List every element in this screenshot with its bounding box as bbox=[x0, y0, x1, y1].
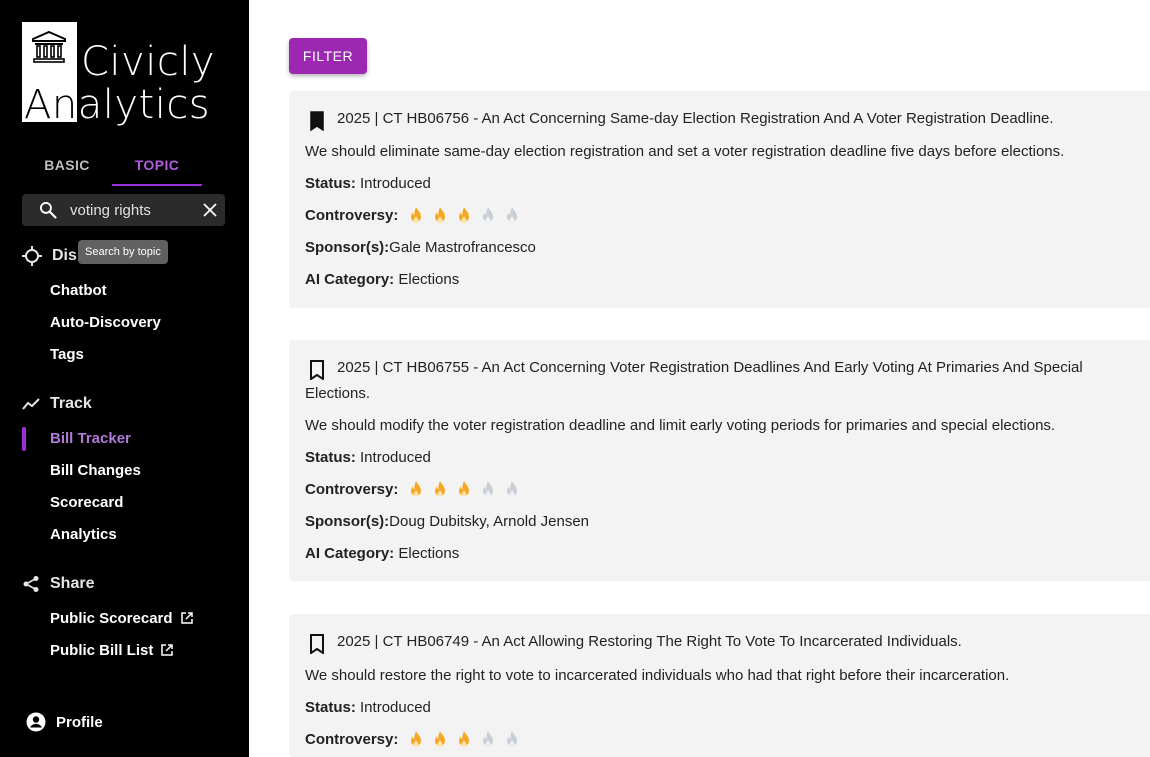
bill-controversy: Controversy: bbox=[305, 729, 526, 751]
close-icon[interactable] bbox=[202, 202, 218, 218]
section-share-label: Share bbox=[50, 575, 95, 592]
sidebar-item-label: Public Scorecard bbox=[50, 609, 173, 627]
sponsors-value: Doug Dubitsky, Arnold Jensen bbox=[389, 513, 590, 530]
bill-title-text: 2025 | CT HB06749 - An Act Allowing Rest… bbox=[337, 633, 962, 650]
bill-card[interactable]: 2025 | CT HB06749 - An Act Allowing Rest… bbox=[289, 614, 1150, 757]
tab-basic[interactable]: BASIC bbox=[22, 146, 112, 186]
logo-text-line2: Analytics bbox=[24, 83, 210, 128]
section-share[interactable]: Share bbox=[22, 572, 94, 596]
sponsors-label: Sponsor(s): bbox=[305, 513, 390, 530]
search-mode-tabs: BASIC TOPIC bbox=[22, 146, 225, 186]
ai-category-value: Elections bbox=[398, 545, 460, 562]
ai-category-value: Elections bbox=[398, 271, 460, 288]
flame-icon-inactive bbox=[507, 731, 518, 748]
status-value: Introduced bbox=[360, 449, 431, 466]
search-icon[interactable] bbox=[38, 200, 58, 220]
bill-summary: We should eliminate same-day election re… bbox=[305, 143, 1065, 160]
sidebar-item-bill-tracker[interactable]: Bill Tracker bbox=[50, 427, 131, 449]
bill-sponsors: Sponsor(s):Doug Dubitsky, Arnold Jensen bbox=[305, 511, 589, 533]
logo-text-line1: Civicly bbox=[81, 39, 216, 85]
controversy-rating bbox=[406, 206, 526, 226]
ai-category-label: AI Category: bbox=[305, 545, 395, 562]
flame-icon-active bbox=[459, 481, 470, 498]
bill-status: Status: Introduced bbox=[305, 447, 431, 469]
active-indicator bbox=[22, 427, 26, 451]
flame-icon-inactive bbox=[507, 481, 518, 498]
sidebar: Civicly Analytics BASIC TOPIC Dis Search… bbox=[0, 0, 249, 757]
bill-ai-category: AI Category: Elections bbox=[305, 269, 459, 291]
status-label: Status: bbox=[305, 175, 356, 192]
status-value: Introduced bbox=[360, 175, 431, 192]
status-label: Status: bbox=[305, 699, 356, 716]
section-discover[interactable]: Dis bbox=[22, 244, 77, 268]
logo-text-light: alytics bbox=[77, 82, 211, 128]
sidebar-item-public-scorecard[interactable]: Public Scorecard bbox=[50, 607, 193, 629]
app-logo[interactable]: Civicly Analytics bbox=[22, 22, 216, 128]
sidebar-item-bill-changes[interactable]: Bill Changes bbox=[50, 459, 141, 481]
flame-icon-active bbox=[435, 207, 446, 224]
flame-icon-active bbox=[459, 731, 470, 748]
bill-sponsors: Sponsor(s):Gale Mastrofrancesco bbox=[305, 237, 536, 259]
flame-icon-inactive bbox=[483, 207, 494, 224]
bill-summary: We should modify the voter registration … bbox=[305, 417, 1056, 434]
bill-status: Status: Introduced bbox=[305, 697, 431, 719]
bill-status: Status: Introduced bbox=[305, 173, 431, 195]
flame-icon-active bbox=[435, 731, 446, 748]
controversy-rating bbox=[406, 730, 526, 750]
bill-summary: We should restore the right to vote to i… bbox=[305, 667, 1010, 684]
logo-text-dark: An bbox=[24, 82, 78, 128]
controversy-label: Controversy: bbox=[305, 731, 399, 748]
sponsors-value: Gale Mastrofrancesco bbox=[389, 239, 536, 256]
tab-topic[interactable]: TOPIC bbox=[112, 146, 202, 186]
bill-title[interactable]: 2025 | CT HB06756 - An Act Concerning Sa… bbox=[305, 106, 1140, 132]
building-icon bbox=[32, 30, 66, 63]
bill-title-text: 2025 | CT HB06756 - An Act Concerning Sa… bbox=[337, 110, 1054, 127]
sidebar-item-auto-discovery[interactable]: Auto-Discovery bbox=[50, 311, 161, 333]
tooltip: Search by topic bbox=[78, 240, 168, 264]
status-label: Status: bbox=[305, 449, 356, 466]
sidebar-item-tags[interactable]: Tags bbox=[50, 343, 84, 365]
filter-button[interactable]: FILTER bbox=[289, 38, 367, 74]
flame-icon-inactive bbox=[483, 731, 494, 748]
sidebar-item-scorecard[interactable]: Scorecard bbox=[50, 491, 123, 513]
trending-up-icon bbox=[22, 398, 40, 410]
flame-icon-active bbox=[435, 481, 446, 498]
ai-category-label: AI Category: bbox=[305, 271, 395, 288]
sponsors-label: Sponsor(s): bbox=[305, 239, 390, 256]
flame-icon-active bbox=[411, 207, 422, 224]
section-track-label: Track bbox=[50, 395, 92, 412]
share-icon bbox=[23, 576, 39, 592]
section-track[interactable]: Track bbox=[22, 392, 92, 416]
bill-title[interactable]: 2025 | CT HB06755 - An Act Concerning Vo… bbox=[305, 355, 1140, 407]
section-discover-label: Dis bbox=[52, 247, 77, 264]
bill-ai-category: AI Category: Elections bbox=[305, 543, 459, 565]
flame-icon-inactive bbox=[507, 207, 518, 224]
sidebar-item-analytics[interactable]: Analytics bbox=[50, 523, 117, 545]
sidebar-item-label: Public Bill List bbox=[50, 641, 154, 659]
sidebar-item-chatbot[interactable]: Chatbot bbox=[50, 279, 107, 301]
account-circle-icon bbox=[26, 712, 46, 732]
sidebar-item-public-bill-list[interactable]: Public Bill List bbox=[50, 639, 174, 661]
external-link-icon bbox=[180, 612, 193, 624]
controversy-label: Controversy: bbox=[305, 207, 399, 224]
flame-icon-inactive bbox=[483, 481, 494, 498]
controversy-rating bbox=[406, 480, 526, 500]
bill-title-text: 2025 | CT HB06755 - An Act Concerning Vo… bbox=[305, 359, 1083, 402]
bill-controversy: Controversy: bbox=[305, 479, 526, 501]
profile-button[interactable]: Profile bbox=[26, 710, 103, 734]
topic-search bbox=[22, 194, 225, 226]
crosshair-icon bbox=[22, 246, 42, 266]
profile-label: Profile bbox=[56, 713, 103, 731]
flame-icon-active bbox=[411, 731, 422, 748]
bill-card[interactable]: 2025 | CT HB06755 - An Act Concerning Vo… bbox=[289, 340, 1150, 581]
bill-title[interactable]: 2025 | CT HB06749 - An Act Allowing Rest… bbox=[305, 629, 1140, 655]
flame-icon-active bbox=[411, 481, 422, 498]
bill-controversy: Controversy: bbox=[305, 205, 526, 227]
bill-card[interactable]: 2025 | CT HB06756 - An Act Concerning Sa… bbox=[289, 91, 1150, 308]
external-link-icon bbox=[161, 644, 174, 656]
search-input[interactable] bbox=[70, 198, 190, 222]
status-value: Introduced bbox=[360, 699, 431, 716]
controversy-label: Controversy: bbox=[305, 481, 399, 498]
flame-icon-active bbox=[459, 207, 470, 224]
